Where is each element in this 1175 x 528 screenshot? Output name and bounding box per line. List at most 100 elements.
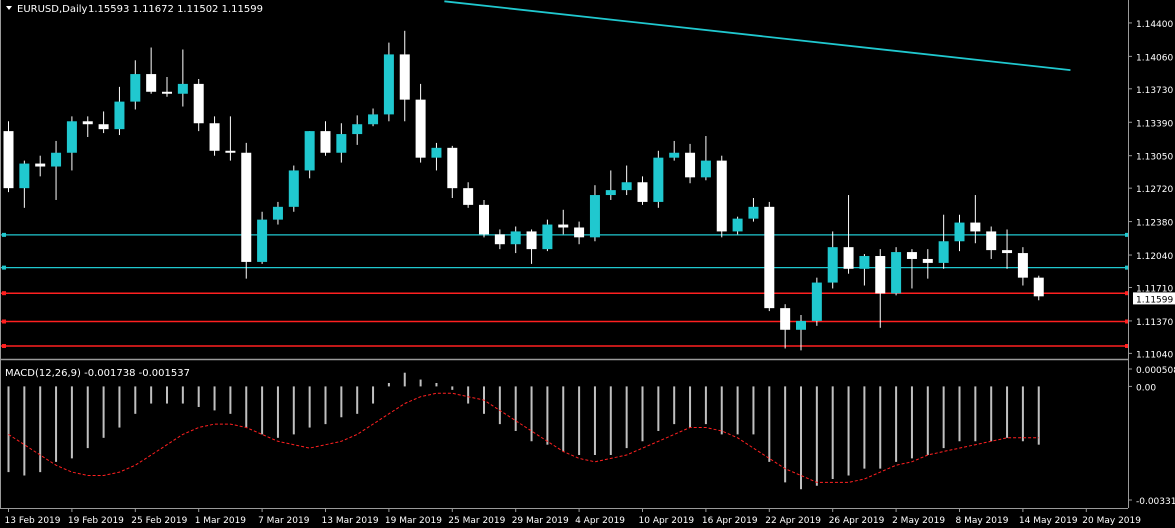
line-handle[interactable] [2,265,6,270]
current-price-label: 1.11599 [1136,295,1173,305]
time-tick-label: 19 Mar 2019 [385,516,442,526]
candle-body [685,152,696,178]
candle-body [193,83,204,124]
time-tick-label: 1 Mar 2019 [195,516,247,526]
candle-body [209,123,220,151]
candle-body [986,231,997,251]
line-handle[interactable] [2,232,6,237]
ohlc-readout: 1.15593 1.11672 1.11502 1.11599 [88,4,263,15]
time-tick-label: 26 Apr 2019 [829,516,885,526]
candle-body [51,152,62,167]
candle-body [19,163,30,189]
candle-body [542,224,553,250]
candle-body [241,152,252,262]
candle-bull [288,165,299,212]
candle-body [827,247,838,283]
candle-body [875,256,886,294]
candle-bull [891,247,902,296]
macd-tick-label: -0.003314 [1136,497,1175,507]
candle-body [653,157,664,202]
time-tick-label: 16 Apr 2019 [702,516,758,526]
time-tick-label: 20 May 2019 [1082,516,1141,526]
candle-body [748,206,759,219]
candle-body [225,150,236,153]
candle-body [1002,250,1013,254]
candle-body [66,121,77,153]
line-handle[interactable] [2,344,6,349]
candle-body [272,206,283,220]
symbol-label[interactable]: EURUSD,Daily [17,4,88,15]
candle-body [35,163,46,167]
candle-body [1017,253,1028,278]
candle-bear [241,142,252,279]
time-tick-label: 25 Mar 2019 [448,516,505,526]
time-tick-label: 2 May 2019 [892,516,945,526]
candle-body [526,231,537,250]
candle-body [700,160,711,178]
candle-body [114,101,125,130]
candle-body [732,218,743,232]
candle-body [891,252,902,294]
candle-body [288,170,299,207]
candle-body [494,234,505,245]
candle-body [780,308,791,330]
candle-body [954,222,965,242]
candle-body [447,147,458,189]
price-tick-label: 1.13050 [1136,153,1173,163]
candle-body [304,131,315,171]
line-handle[interactable] [2,291,6,296]
candle-body [796,320,806,330]
candle-body [130,74,141,102]
time-tick-label: 19 Feb 2019 [68,516,124,526]
candle-body [811,282,822,321]
candle-bear [479,199,489,238]
candle-body [1033,277,1044,297]
candle-body [510,231,521,245]
candle-body [605,190,616,196]
candle-body [431,147,442,158]
candle-bear [3,121,14,193]
candle-body [336,134,347,153]
time-tick-label: 14 May 2019 [1019,516,1078,526]
time-tick-label: 4 Apr 2019 [575,516,625,526]
line-handle[interactable] [2,319,6,324]
candle-body [399,54,410,100]
candle-body [558,224,569,228]
time-tick-label: 10 Apr 2019 [639,516,695,526]
candle-body [257,219,268,262]
candle-body [970,222,981,232]
price-tick-label: 1.11040 [1136,350,1173,360]
price-tick-label: 1.13390 [1136,119,1173,129]
candle-body [3,131,14,189]
price-tick-label: 1.14060 [1136,53,1173,63]
price-tick-label: 1.14400 [1136,20,1173,30]
macd-tick-label: 0.000508 [1136,366,1175,376]
trading-chart[interactable]: 1.14400 1.14060 1.13730 1.13390 1.13050 1.127… [0,0,1175,528]
candle-body [463,188,474,205]
time-tick-label: 13 Feb 2019 [5,516,61,526]
candle-body [352,124,363,135]
candle-bull [811,277,822,326]
candle-body [669,152,680,158]
price-tick-label: 1.13730 [1136,86,1173,96]
candle-body [843,247,854,269]
candle-body [637,182,648,202]
time-tick-label: 7 Mar 2019 [258,516,310,526]
candle-body [574,227,585,238]
candle-body [938,241,949,263]
macd-label: MACD(12,26,9) -0.001738 -0.001537 [5,368,190,379]
candle-body [415,99,426,158]
candle-body [589,195,600,238]
candle-body [621,182,632,191]
price-tick-label: 1.12040 [1136,252,1173,262]
candle-body [906,252,917,259]
candle-body [859,256,870,269]
candle-body [177,83,188,94]
price-tick-label: 1.12720 [1136,185,1173,195]
time-tick-label: 29 Mar 2019 [512,516,569,526]
candle-bear [716,155,727,238]
candle-body [162,91,172,94]
price-tick-label: 1.11370 [1136,318,1173,328]
candle-bull [653,150,664,208]
price-tick-label: 1.12380 [1136,219,1173,229]
